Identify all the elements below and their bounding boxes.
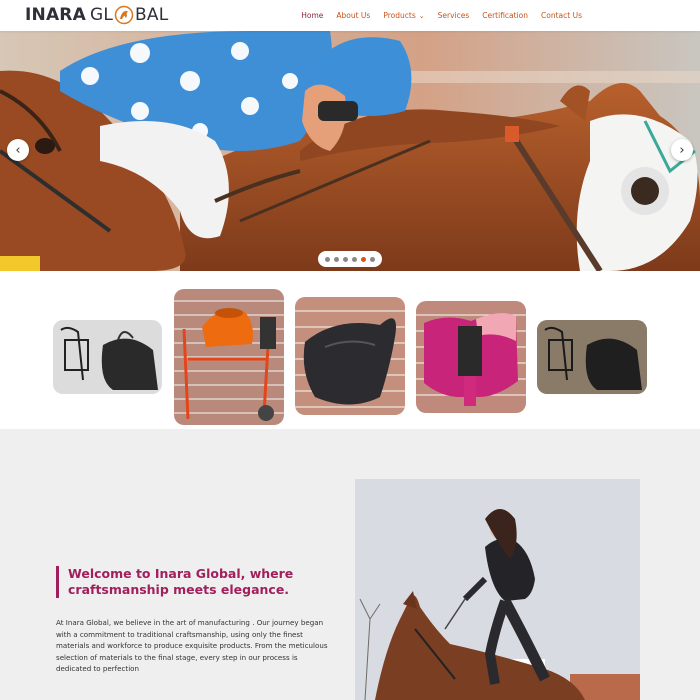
slider-dot[interactable] — [343, 256, 348, 262]
product-card-saddle-pad[interactable] — [416, 301, 526, 413]
nav-label: About Us — [336, 11, 371, 20]
main-nav: Home About Us Products ⌄ Services Certifi… — [288, 0, 582, 31]
slider-dot[interactable] — [352, 256, 357, 262]
chevron-right-icon: › — [679, 142, 685, 158]
site-logo[interactable]: INARA GL BAL — [25, 4, 168, 26]
nav-label: Services — [437, 11, 470, 20]
product-card-saddle[interactable] — [295, 297, 405, 415]
product-image — [174, 289, 284, 425]
product-image — [295, 297, 405, 415]
about-section: Welcome to Inara Global, where craftsman… — [0, 429, 700, 700]
site-header: INARA GL BAL Home About Us Products ⌄ Ser… — [0, 0, 700, 31]
nav-label: Certification — [482, 11, 529, 20]
about-heading-block: Welcome to Inara Global, where craftsman… — [56, 566, 326, 598]
horse-head-logo-icon — [114, 5, 134, 25]
product-carousel — [0, 271, 700, 429]
nav-about-us[interactable]: About Us — [336, 11, 370, 20]
nav-certification[interactable]: Certification — [482, 11, 528, 20]
hero-slider: ‹ › — [0, 31, 700, 271]
product-card-bridle-saddle[interactable] — [53, 320, 162, 394]
chevron-left-icon: ‹ — [15, 142, 21, 158]
about-heading: Welcome to Inara Global, where craftsman… — [68, 566, 294, 597]
chevron-down-icon: ⌄ — [418, 11, 425, 20]
nav-label: Products — [383, 11, 416, 20]
about-paragraph: At Inara Global, we believe in the art o… — [56, 618, 328, 674]
hero-image — [0, 31, 700, 271]
slider-dot[interactable] — [334, 256, 339, 262]
product-image — [537, 320, 647, 394]
nav-contact-us[interactable]: Contact Us — [541, 11, 582, 20]
slider-dot-active[interactable] — [361, 256, 366, 262]
slider-prev-button[interactable]: ‹ — [7, 139, 29, 161]
logo-text-bal: BAL — [135, 5, 169, 25]
rider-photo — [355, 479, 640, 700]
nav-products[interactable]: Products ⌄ — [383, 11, 424, 20]
nav-home[interactable]: Home — [301, 11, 323, 20]
logo-text-gl: GL — [89, 5, 114, 25]
logo-text-inara: INARA — [25, 5, 86, 25]
nav-label: Home — [301, 11, 324, 20]
slider-pagination — [318, 251, 382, 267]
nav-label: Contact Us — [541, 11, 582, 20]
product-image — [53, 320, 162, 394]
product-card-bridle-saddle-2[interactable] — [537, 320, 647, 394]
product-image — [416, 301, 526, 413]
slider-dot[interactable] — [325, 256, 330, 262]
slider-next-button[interactable]: › — [671, 139, 693, 161]
product-card-mixer[interactable] — [174, 289, 284, 425]
slider-dot[interactable] — [370, 256, 375, 262]
nav-services[interactable]: Services — [438, 11, 470, 20]
rider-image — [355, 479, 640, 700]
